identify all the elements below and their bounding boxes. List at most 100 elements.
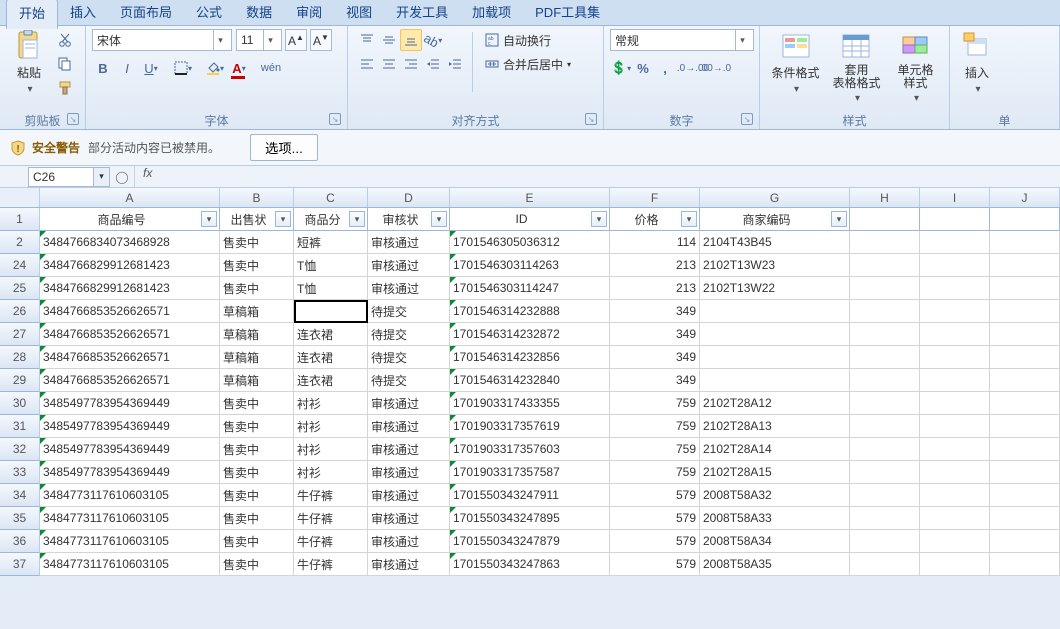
cell[interactable]	[850, 484, 920, 507]
cell[interactable]	[990, 300, 1060, 323]
cell[interactable]: 2008T58A33	[700, 507, 850, 530]
cell[interactable]: 审核通过	[368, 231, 450, 254]
cell[interactable]	[990, 323, 1060, 346]
cell[interactable]: 3484773117610603105	[40, 484, 220, 507]
cell[interactable]: 售卖中	[220, 553, 294, 576]
cell[interactable]	[990, 461, 1060, 484]
formula-input[interactable]: fx	[134, 166, 1060, 187]
cell[interactable]: 审核通过	[368, 507, 450, 530]
row-header[interactable]: 34	[0, 484, 40, 507]
filter-button[interactable]: ▾	[681, 211, 697, 227]
cell[interactable]: 售卖中	[220, 507, 294, 530]
header-cell[interactable]	[990, 208, 1060, 231]
cell[interactable]	[990, 438, 1060, 461]
cell[interactable]: 售卖中	[220, 277, 294, 300]
cell[interactable]	[850, 323, 920, 346]
cell[interactable]: 2102T28A14	[700, 438, 850, 461]
cell[interactable]: 牛仔裤	[294, 530, 368, 553]
cell[interactable]	[850, 231, 920, 254]
cell[interactable]	[920, 277, 990, 300]
cell[interactable]: 1701546303114263	[450, 254, 610, 277]
filter-button[interactable]: ▾	[831, 211, 847, 227]
cell[interactable]: 3484766834073468928	[40, 231, 220, 254]
column-header-C[interactable]: C	[294, 188, 368, 207]
cell[interactable]: 1701546314232840	[450, 369, 610, 392]
cancel-formula-button[interactable]: ◯	[110, 166, 134, 187]
cell[interactable]	[850, 277, 920, 300]
header-cell[interactable]: 审核状▾	[368, 208, 450, 231]
cell[interactable]: 3484773117610603105	[40, 553, 220, 576]
cell[interactable]: 售卖中	[220, 530, 294, 553]
tab-插入[interactable]: 插入	[58, 0, 108, 27]
filter-button[interactable]: ▾	[431, 211, 447, 227]
tab-页面布局[interactable]: 页面布局	[108, 0, 184, 27]
merge-center-button[interactable]: 合并后居中 ▾	[481, 52, 571, 76]
cell[interactable]	[920, 323, 990, 346]
cell[interactable]	[850, 300, 920, 323]
align-right-button[interactable]	[400, 53, 422, 75]
cell[interactable]	[990, 369, 1060, 392]
cell[interactable]	[850, 369, 920, 392]
cell[interactable]	[990, 530, 1060, 553]
tab-公式[interactable]: 公式	[184, 0, 234, 27]
tab-审阅[interactable]: 审阅	[284, 0, 334, 27]
cut-button[interactable]	[54, 29, 76, 51]
cell[interactable]: 579	[610, 484, 700, 507]
align-center-button[interactable]	[378, 53, 400, 75]
column-header-G[interactable]: G	[700, 188, 850, 207]
cell[interactable]: 2008T58A35	[700, 553, 850, 576]
cell[interactable]	[990, 277, 1060, 300]
cell[interactable]	[850, 254, 920, 277]
column-header-H[interactable]: H	[850, 188, 920, 207]
cell[interactable]	[920, 530, 990, 553]
tab-开发工具[interactable]: 开发工具	[384, 0, 460, 27]
cell[interactable]: 3484773117610603105	[40, 530, 220, 553]
filter-button[interactable]: ▾	[201, 211, 217, 227]
cell[interactable]: 3484766853526626571	[40, 300, 220, 323]
dialog-launcher[interactable]: ↘	[67, 113, 79, 125]
row-header[interactable]: 32	[0, 438, 40, 461]
cell[interactable]: 短裤	[294, 231, 368, 254]
format-painter-button[interactable]	[54, 77, 76, 99]
filter-button[interactable]: ▾	[275, 211, 291, 227]
cell[interactable]	[990, 231, 1060, 254]
tab-加载项[interactable]: 加载项	[460, 0, 523, 27]
cell[interactable]	[920, 438, 990, 461]
number-format-combo[interactable]: 常规 ▾	[610, 29, 754, 51]
cell[interactable]	[990, 392, 1060, 415]
security-options-button[interactable]: 选项...	[250, 134, 318, 161]
cell[interactable]	[294, 300, 368, 323]
cell[interactable]: 售卖中	[220, 461, 294, 484]
header-cell[interactable]: ID▾	[450, 208, 610, 231]
align-bottom-button[interactable]	[400, 29, 422, 51]
copy-button[interactable]	[54, 53, 76, 75]
grow-font-button[interactable]: A▲	[285, 29, 307, 51]
phonetic-button[interactable]: wén	[260, 57, 282, 79]
cell[interactable]	[700, 346, 850, 369]
cell[interactable]	[920, 415, 990, 438]
cell[interactable]	[990, 507, 1060, 530]
filter-button[interactable]: ▾	[349, 211, 365, 227]
chevron-down-icon[interactable]: ▾	[94, 167, 110, 187]
cell[interactable]	[990, 553, 1060, 576]
cell[interactable]: 售卖中	[220, 415, 294, 438]
indent-increase-button[interactable]	[444, 53, 466, 75]
cell-styles-button[interactable]: 单元格 样式	[888, 28, 943, 104]
spreadsheet-grid[interactable]: ABCDEFGHIJ 1商品编号▾出售状▾商品分▾审核状▾ID▾价格▾商家编码▾…	[0, 188, 1060, 576]
row-header[interactable]: 27	[0, 323, 40, 346]
cell[interactable]: 2008T58A34	[700, 530, 850, 553]
cell[interactable]: 审核通过	[368, 254, 450, 277]
cell[interactable]: 349	[610, 300, 700, 323]
cell[interactable]: 1701550343247895	[450, 507, 610, 530]
filter-button[interactable]: ▾	[591, 211, 607, 227]
cell[interactable]: 2008T58A32	[700, 484, 850, 507]
dialog-launcher[interactable]: ↘	[329, 113, 341, 125]
row-header[interactable]: 37	[0, 553, 40, 576]
column-header-F[interactable]: F	[610, 188, 700, 207]
cell[interactable]: 审核通过	[368, 438, 450, 461]
cell[interactable]: 2102T28A13	[700, 415, 850, 438]
cell[interactable]: 衬衫	[294, 461, 368, 484]
bold-button[interactable]: B	[92, 57, 114, 79]
cell[interactable]: 1701903317357619	[450, 415, 610, 438]
cell[interactable]: 349	[610, 323, 700, 346]
